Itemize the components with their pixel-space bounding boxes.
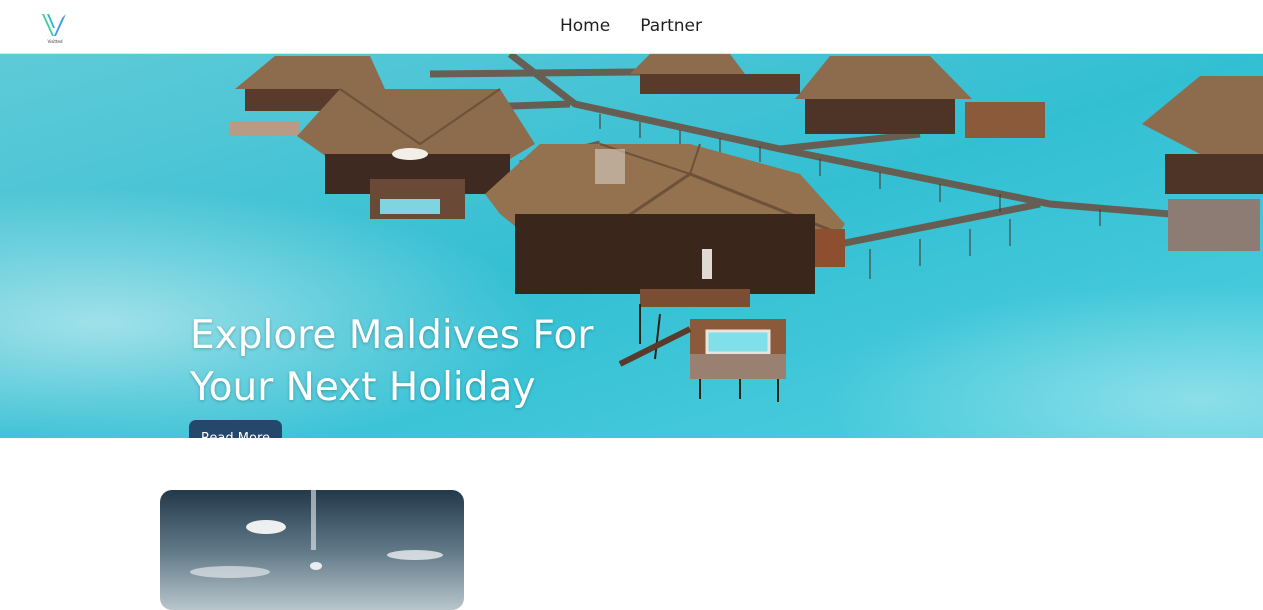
hero-title: Explore Maldives For Your Next Holiday [190,313,594,410]
nav-partner-link[interactable]: Partner [640,15,702,37]
site-logo[interactable]: Visitted [40,12,70,46]
read-more-button[interactable]: Read More [189,420,282,438]
logo-caption: Visitted [47,39,63,44]
navbar: Visitted Home Partner [0,0,1263,54]
hero-carousel: Explore Maldives For Your Next Holiday R… [0,54,1263,438]
main-nav: Home Partner [560,15,702,37]
nav-home-link[interactable]: Home [560,15,610,37]
logo-v-icon [42,14,66,36]
card-sky-image [160,490,464,610]
destination-card[interactable] [160,490,464,610]
